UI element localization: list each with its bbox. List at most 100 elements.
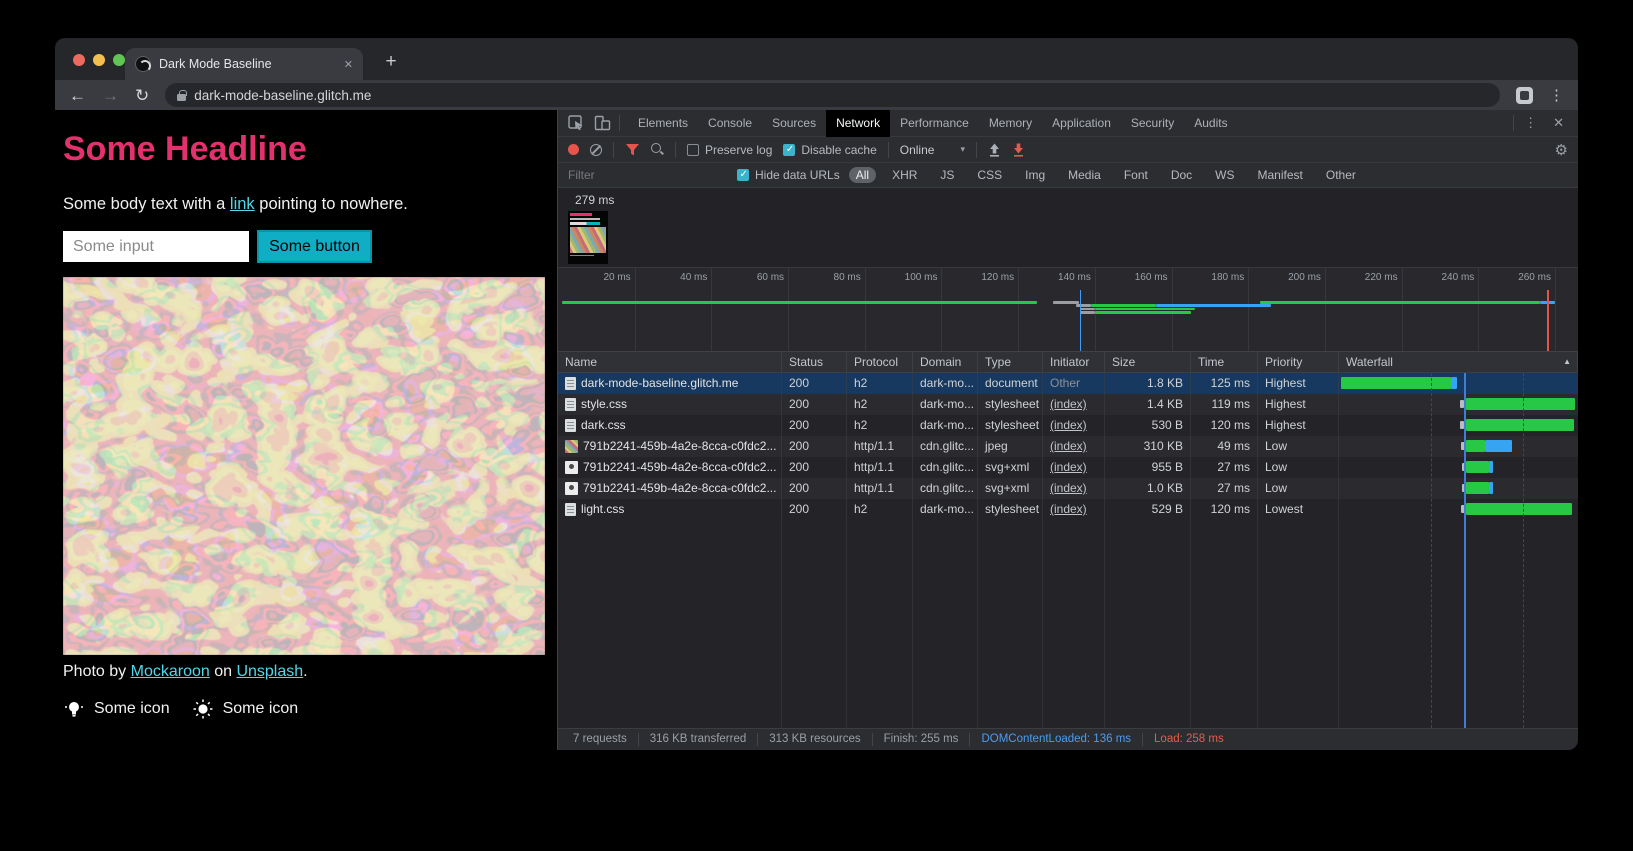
devtools-tab-audits[interactable]: Audits [1184,110,1237,137]
network-request-row[interactable]: dark.css200h2dark-mo...stylesheet(index)… [558,415,1578,436]
inspect-element-icon[interactable] [568,115,585,131]
initiator-link[interactable]: (index) [1050,436,1087,457]
url-omnibox[interactable]: dark-mode-baseline.glitch.me [165,83,1500,107]
mockaroon-link[interactable]: Mockaroon [131,663,210,680]
body-link[interactable]: link [230,195,255,213]
filmstrip-strip: 279 ms [558,188,1578,268]
import-har-icon[interactable] [988,143,1001,157]
disable-cache-checkbox[interactable]: Disable cache [783,143,876,157]
clear-network-log-icon[interactable] [590,144,602,156]
filter-type-xhr[interactable]: XHR [885,167,924,183]
column-divider [1104,520,1105,728]
network-request-row[interactable]: 791b2241-459b-4a2e-8cca-c0fdc2...200http… [558,478,1578,499]
devtools-tab-security[interactable]: Security [1121,110,1184,137]
filter-type-other[interactable]: Other [1319,167,1363,183]
icon-row: Some icon Some icon [63,698,557,720]
column-header-status[interactable]: Status [782,352,847,372]
filter-type-ws[interactable]: WS [1208,167,1241,183]
throttling-dropdown[interactable]: Online ▾ [900,143,965,157]
new-tab-button[interactable]: + [377,48,405,78]
cell-type: jpeg [978,436,1043,457]
initiator-link[interactable]: (index) [1050,457,1087,478]
devtools-tab-elements[interactable]: Elements [628,110,698,137]
filter-input[interactable] [568,168,728,182]
devtools-tab-network[interactable]: Network [826,110,890,137]
initiator-link[interactable]: (index) [1050,478,1087,499]
network-request-row[interactable]: 791b2241-459b-4a2e-8cca-c0fdc2...200http… [558,457,1578,478]
column-header-time[interactable]: Time [1191,352,1258,372]
column-divider [1190,520,1191,728]
initiator-link[interactable]: (index) [1050,499,1087,520]
overview-gridline [865,268,866,351]
filter-funnel-icon[interactable] [625,143,640,156]
column-header-protocol[interactable]: Protocol [847,352,913,372]
search-network-icon[interactable] [651,143,664,156]
filter-type-manifest[interactable]: Manifest [1251,167,1310,183]
filter-type-css[interactable]: CSS [970,167,1009,183]
profile-badge-icon[interactable] [1516,87,1533,104]
devtools-menu-icon[interactable]: ⋮ [1518,115,1543,131]
doc-file-icon [565,398,576,411]
gear-icon[interactable]: ⚙ [1555,141,1568,159]
filter-type-js[interactable]: JS [933,167,961,183]
network-request-row[interactable]: dark-mode-baseline.glitch.me200h2dark-mo… [558,373,1578,394]
network-overview-timeline[interactable]: 20 ms40 ms60 ms80 ms100 ms120 ms140 ms16… [558,268,1578,352]
preserve-log-checkbox[interactable]: Preserve log [687,143,772,157]
devtools-tab-console[interactable]: Console [698,110,762,137]
record-network-log-icon[interactable] [568,144,579,155]
unsplash-link[interactable]: Unsplash [236,663,303,680]
hide-data-urls-checkbox[interactable]: Hide data URLs [737,168,840,182]
hide-data-urls-box[interactable] [737,169,749,181]
overview-bar-segment [1156,304,1271,307]
filmstrip-thumbnail[interactable] [568,211,608,264]
column-header-label: Initiator [1050,355,1089,369]
filter-type-all[interactable]: All [849,167,876,183]
column-divider [781,520,782,728]
network-request-row[interactable]: 791b2241-459b-4a2e-8cca-c0fdc2...200http… [558,436,1578,457]
column-header-priority[interactable]: Priority [1258,352,1339,372]
overview-gridline [1248,268,1249,351]
filter-type-doc[interactable]: Doc [1164,167,1199,183]
tab-close-icon[interactable]: ✕ [344,58,353,71]
some-button[interactable]: Some button [257,230,372,263]
filter-type-img[interactable]: Img [1018,167,1052,183]
column-header-name[interactable]: Name [558,352,782,372]
browser-menu-icon[interactable]: ⋮ [1549,86,1564,104]
cell-name: dark.css [558,415,782,436]
cell-waterfall [1339,499,1578,520]
devtools-tab-memory[interactable]: Memory [979,110,1042,137]
cell-domain: cdn.glitc... [913,436,978,457]
devtools-tab-application[interactable]: Application [1042,110,1121,137]
column-header-size[interactable]: Size [1105,352,1191,372]
cell-initiator: (index) [1043,415,1105,436]
column-header-waterfall[interactable]: Waterfall▲ [1339,352,1578,372]
reload-icon[interactable]: ↻ [135,87,149,104]
cell-status: 200 [782,478,847,499]
minimize-window-button[interactable] [93,54,105,66]
devtools-close-icon[interactable]: ✕ [1547,115,1570,131]
network-status-bar: 7 requests316 KB transferred313 KB resou… [558,728,1578,750]
initiator-link[interactable]: (index) [1050,394,1087,415]
devtools-tab-sources[interactable]: Sources [762,110,826,137]
export-har-icon[interactable] [1012,143,1025,157]
filter-type-font[interactable]: Font [1117,167,1155,183]
column-header-initiator[interactable]: Initiator [1043,352,1105,372]
network-request-row[interactable]: light.css200h2dark-mo...stylesheet(index… [558,499,1578,520]
preserve-log-box[interactable] [687,144,699,156]
column-header-label: Priority [1265,355,1302,369]
forward-icon[interactable]: → [102,87,119,104]
close-window-button[interactable] [73,54,85,66]
column-header-domain[interactable]: Domain [913,352,978,372]
back-icon[interactable]: ← [69,87,86,104]
devtools-tab-performance[interactable]: Performance [890,110,979,137]
some-input-field[interactable] [63,231,249,262]
filter-type-media[interactable]: Media [1061,167,1108,183]
maximize-window-button[interactable] [113,54,125,66]
network-request-row[interactable]: style.css200h2dark-mo...stylesheet(index… [558,394,1578,415]
overview-tick-label: 60 ms [757,272,788,283]
disable-cache-box[interactable] [783,144,795,156]
column-header-type[interactable]: Type [978,352,1043,372]
browser-tab[interactable]: Dark Mode Baseline ✕ [125,48,363,80]
initiator-link[interactable]: (index) [1050,415,1087,436]
device-toolbar-icon[interactable] [594,115,611,131]
